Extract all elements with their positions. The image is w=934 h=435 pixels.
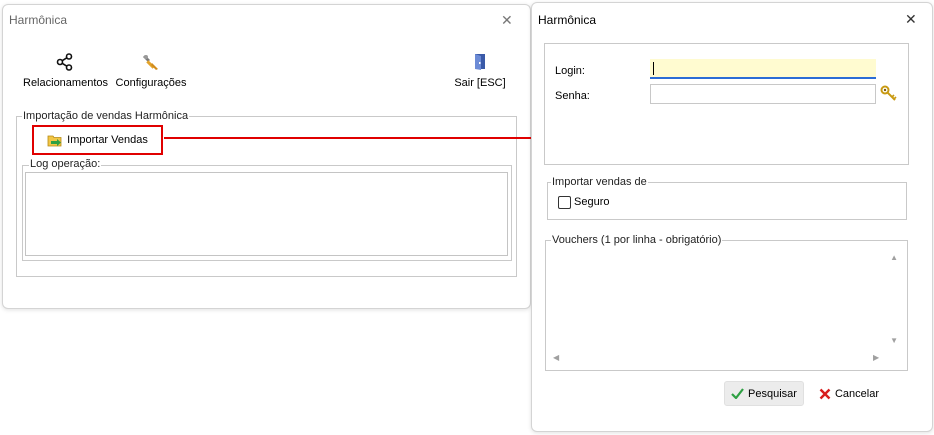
main-window-title: Harmônica	[9, 13, 68, 27]
share-nodes-icon	[56, 53, 73, 71]
main-window: Harmônica ✕ Relacionamentos Configuraçõe…	[2, 4, 531, 309]
cancelar-button[interactable]: Cancelar	[814, 381, 884, 406]
dialog-window: Harmônica ✕ Login: Senha: Importar venda…	[531, 2, 933, 432]
configuracoes-button[interactable]: Configurações	[113, 53, 189, 93]
text-cursor	[653, 62, 654, 75]
login-input[interactable]	[650, 59, 876, 79]
import-group-legend: Importação de vendas Harmônica	[22, 110, 190, 122]
dialog-title: Harmônica	[538, 13, 597, 27]
folder-import-icon	[47, 135, 62, 146]
senha-input[interactable]	[650, 84, 876, 104]
x-icon	[819, 388, 831, 399]
relacionamentos-button[interactable]: Relacionamentos	[23, 53, 108, 93]
log-textarea[interactable]	[25, 172, 508, 256]
importar-vendas-label: Importar Vendas	[67, 134, 148, 146]
checkmark-icon	[731, 388, 744, 399]
seguro-label: Seguro	[574, 196, 610, 208]
sair-button[interactable]: Sair [ESC]	[451, 53, 509, 93]
seguro-checkbox[interactable]	[558, 196, 571, 209]
relacionamentos-label: Relacionamentos	[23, 77, 108, 89]
dialog-close-icon[interactable]: ✕	[905, 12, 917, 26]
login-label: Login:	[555, 65, 585, 77]
pesquisar-button[interactable]: Pesquisar	[724, 381, 804, 406]
importar-de-legend: Importar vendas de	[551, 176, 648, 188]
scroll-right-arrow[interactable]: ▶	[873, 353, 879, 362]
configuracoes-label: Configurações	[115, 77, 187, 89]
wrench-icon	[143, 55, 158, 70]
vouchers-legend: Vouchers (1 por linha - obrigatório)	[551, 234, 723, 246]
cancelar-label: Cancelar	[834, 387, 880, 400]
log-group-legend: Log operação:	[29, 158, 102, 170]
scroll-left-arrow[interactable]: ◀	[553, 353, 559, 362]
sair-label: Sair [ESC]	[454, 77, 506, 89]
senha-label: Senha:	[555, 90, 590, 102]
importar-vendas-button[interactable]: Importar Vendas	[32, 125, 163, 155]
main-close-icon[interactable]: ✕	[501, 13, 513, 27]
keys-icon[interactable]	[880, 85, 898, 103]
exit-door-icon	[475, 54, 485, 70]
pesquisar-label: Pesquisar	[748, 387, 797, 400]
vouchers-textarea[interactable]: ▲ ▼ ◀ ▶	[547, 247, 904, 367]
scroll-down-arrow[interactable]: ▼	[890, 336, 898, 345]
scroll-up-arrow[interactable]: ▲	[890, 253, 898, 262]
